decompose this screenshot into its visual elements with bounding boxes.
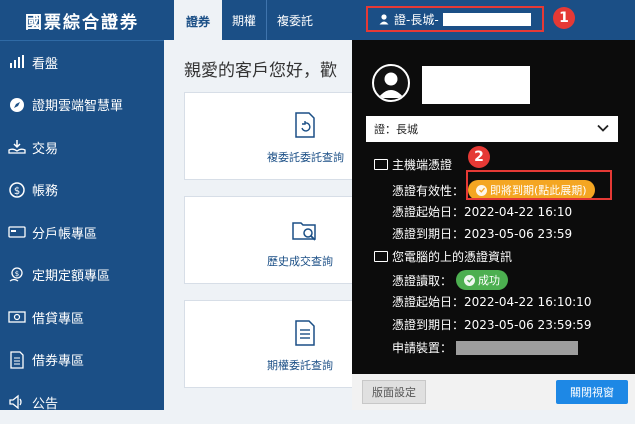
card-label: 期權委託查詢 (267, 359, 333, 372)
host-end-date: 憑證到期日：2023-05-06 23:59 (392, 227, 573, 241)
card-icon (8, 223, 26, 241)
monitor-icon (374, 251, 388, 262)
sidebar-item-label: 借券專區 (32, 354, 85, 370)
card-label: 歷史成交查詢 (267, 255, 333, 268)
speaker-icon (8, 393, 26, 411)
pc-read-row: 憑證讀取： 成功 (392, 270, 509, 290)
host-validity-label: 憑證有效性： (392, 183, 465, 198)
chevron-down-icon (597, 124, 609, 132)
card-label: 複委託委託查詢 (267, 151, 344, 164)
pc-read-status: 成功 (478, 274, 501, 287)
sidebar-item-market[interactable]: 看盤 (0, 41, 164, 84)
document-icon (8, 351, 26, 369)
monitor-icon (374, 159, 388, 170)
account-dropdown-panel: 證：長城 主機端憑證 憑證有效性： 即將到期(點此展期) 憑證起始日：2022-… (352, 40, 635, 410)
sidebar-item-label: 看盤 (32, 56, 59, 72)
user-avatar-icon (378, 72, 404, 98)
document-refresh-icon (295, 112, 315, 138)
compass-icon (8, 96, 26, 114)
redacted-device (456, 340, 579, 355)
folder-search-icon (292, 222, 316, 241)
money-icon (8, 308, 26, 326)
sidebar-item-regular-investment[interactable]: $ 定期定額專區 (0, 254, 164, 297)
redacted-user-name (422, 66, 530, 104)
host-cert-section: 主機端憑證 (374, 156, 452, 173)
coin-hand-icon: $ (8, 266, 26, 284)
sidebar: 國票綜合證券 看盤 證期雲端智慧單 交易 $ 帳務 分戶帳專區 $ 定期定額專區 (0, 0, 164, 412)
sidebar-item-securities-lending[interactable]: 借券專區 (0, 339, 164, 382)
sidebar-item-account[interactable]: $ 帳務 (0, 169, 164, 212)
sidebar-item-announcement[interactable]: 公告 (0, 381, 164, 424)
sidebar-item-label: 借貸專區 (32, 311, 85, 327)
sidebar-item-trade[interactable]: 交易 (0, 126, 164, 169)
sidebar-item-label: 定期定額專區 (32, 269, 111, 285)
close-window-button[interactable]: 關閉視窗 (556, 380, 628, 404)
user-account-label: 證-長城- (394, 12, 439, 27)
hand-coin-icon (8, 138, 26, 156)
main-content: 親愛的客戶您好，歡 複委託委託查詢 歷史成交查詢 期權委託查詢 (164, 40, 354, 410)
app-title[interactable]: 國票綜合證券 (0, 0, 164, 41)
device-label: 申請裝置： (392, 341, 453, 355)
host-cert-title: 主機端憑證 (392, 158, 453, 172)
tab-futures-options[interactable]: 期權 (222, 0, 266, 40)
tab-securities[interactable]: 證券 (174, 0, 222, 40)
user-icon (379, 14, 389, 25)
svg-text:$: $ (14, 186, 20, 197)
layout-settings-button[interactable]: 版面設定 (362, 380, 426, 404)
account-select[interactable]: 證：長城 (366, 116, 618, 142)
sidebar-item-label: 帳務 (32, 184, 59, 200)
card-history-query[interactable]: 歷史成交查詢 (184, 196, 354, 284)
pc-start-date: 憑證起始日：2022-04-22 16:10:10 (392, 295, 592, 309)
pc-end-date: 憑證到期日：2023-05-06 23:59:59 (392, 318, 592, 332)
sidebar-item-label: 交易 (32, 141, 59, 157)
user-account-tab[interactable]: 證-長城- (366, 6, 544, 32)
avatar (372, 64, 410, 102)
highlight-box-renew (466, 170, 612, 200)
pc-read-status-badge: 成功 (456, 270, 509, 290)
pc-read-label: 憑證讀取： (392, 273, 453, 288)
sidebar-item-label: 公告 (32, 396, 59, 412)
chart-icon (8, 53, 26, 71)
annotation-badge-2: 2 (468, 146, 490, 168)
pc-cert-section: 您電腦的上的憑證資訊 (374, 248, 512, 265)
document-list-icon (295, 320, 315, 346)
pc-cert-title: 您電腦的上的憑證資訊 (392, 250, 513, 264)
svg-text:$: $ (15, 270, 19, 278)
account-select-value: 證：長城 (374, 123, 418, 136)
redacted-account-number (442, 12, 531, 26)
card-futures-options-query[interactable]: 期權委託查詢 (184, 300, 354, 388)
sidebar-item-label: 證期雲端智慧單 (32, 99, 124, 115)
device-row: 申請裝置： (392, 339, 579, 356)
panel-footer: 版面設定 關閉視窗 (352, 374, 635, 410)
card-sub-brokerage-query[interactable]: 複委託委託查詢 (184, 92, 354, 180)
greeting-text: 親愛的客戶您好，歡 (184, 61, 337, 81)
sidebar-item-lending[interactable]: 借貸專區 (0, 296, 164, 339)
sidebar-item-label: 分戶帳專區 (32, 226, 98, 242)
tab-sub-brokerage[interactable]: 複委託 (266, 0, 323, 40)
dollar-icon: $ (8, 181, 26, 199)
check-circle-icon (464, 274, 476, 286)
sidebar-item-smart-order[interactable]: 證期雲端智慧單 (0, 84, 164, 127)
host-start-date: 憑證起始日：2022-04-22 16:10 (392, 205, 573, 219)
annotation-badge-1: 1 (553, 7, 575, 29)
sidebar-item-sub-account[interactable]: 分戶帳專區 (0, 211, 164, 254)
